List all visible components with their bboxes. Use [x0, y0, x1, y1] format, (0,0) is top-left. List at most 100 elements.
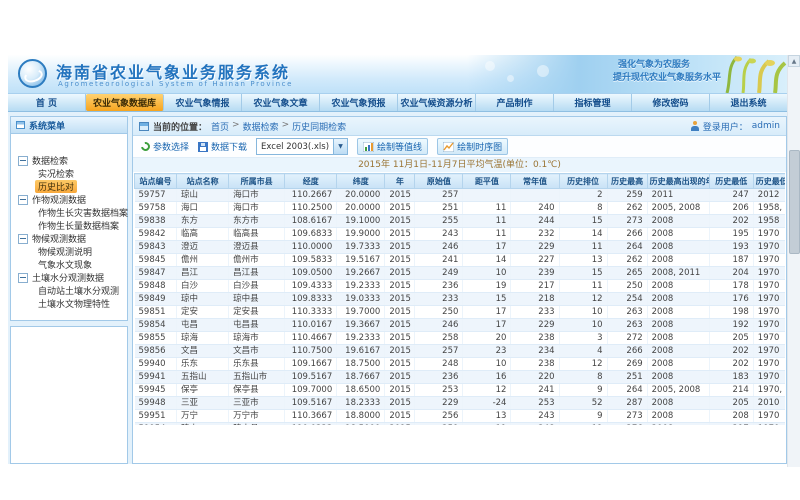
param-select-button[interactable]: 参数选择: [141, 140, 189, 153]
table-cell: 2008: [647, 410, 709, 423]
table-cell: 乐东: [177, 358, 229, 371]
table-cell: 59941: [135, 371, 177, 384]
table-cell: 176: [709, 293, 753, 306]
table-row[interactable]: 59845儋州儋州市109.583319.5167201524114227132…: [135, 254, 786, 267]
nav-tab-7[interactable]: 产品制作: [476, 94, 554, 111]
banner-artwork: 强化气象为农服务 提升现代农业气象服务水平: [467, 55, 787, 93]
draw-isoline-button[interactable]: 绘制等值线: [357, 138, 428, 155]
sidebar-item[interactable]: 自动站土壤水分观测: [35, 284, 124, 297]
table-cell: 108.6167: [285, 215, 337, 228]
table-cell: 16: [463, 371, 511, 384]
table-row[interactable]: 59851定安定安县110.333319.7000201525017233102…: [135, 306, 786, 319]
table-cell: 五指山: [177, 371, 229, 384]
table-row[interactable]: 59847昌江昌江县109.050019.2667201524910239152…: [135, 267, 786, 280]
collapse-minus-icon[interactable]: [18, 273, 28, 283]
vertical-scrollbar[interactable]: ▲: [787, 55, 800, 467]
sidebar-item[interactable]: 作物生长灾害数据档案: [35, 206, 124, 219]
breadcrumb-link[interactable]: 首页: [211, 120, 229, 133]
chevron-down-icon[interactable]: ▼: [333, 139, 347, 154]
table-cell: 251: [415, 202, 463, 215]
table-cell: 1970: [753, 228, 785, 241]
table-cell: 8: [559, 371, 607, 384]
table-cell: 241: [415, 254, 463, 267]
table-cell: 59847: [135, 267, 177, 280]
data-download-button[interactable]: 数据下载: [198, 140, 247, 153]
table-row[interactable]: 59945保亭保亭县109.700018.6500201525312241926…: [135, 384, 786, 397]
table-cell: 陵水县: [229, 423, 285, 426]
sidebar-item[interactable]: 物候观测说明: [35, 245, 124, 258]
table-cell: 265: [607, 267, 647, 280]
table-row[interactable]: 59849琼中琼中县109.833319.0333201523315218122…: [135, 293, 786, 306]
sidebar-group[interactable]: 物候观测数据: [18, 232, 124, 245]
nav-tab-3[interactable]: 农业气象情报: [164, 94, 242, 111]
table-cell: 109.5833: [285, 254, 337, 267]
sidebar-group[interactable]: 作物观测数据: [18, 193, 124, 206]
login-user-name: admin: [752, 121, 780, 131]
table-cell: 59855: [135, 332, 177, 345]
table-cell: 59851: [135, 306, 177, 319]
table-cell: 232: [511, 228, 559, 241]
nav-tab-10[interactable]: 退出系统: [710, 94, 787, 111]
table-row[interactable]: 59838东方东方市108.616719.1000201525511244152…: [135, 215, 786, 228]
table-row[interactable]: 59855琼海琼海市110.466719.2333201525820238327…: [135, 332, 786, 345]
table-cell: 14: [559, 228, 607, 241]
nav-tab-4[interactable]: 农业气象文章: [242, 94, 320, 111]
table-cell: 2008: [647, 280, 709, 293]
nav-tab-8[interactable]: 指标管理: [554, 94, 632, 111]
breadcrumb-link[interactable]: 数据检索: [243, 120, 279, 133]
table-cell: 109.8333: [285, 293, 337, 306]
table-row[interactable]: 59940乐东乐东县109.166718.7500201524810238122…: [135, 358, 786, 371]
sidebar-item[interactable]: 气象水文现象: [35, 258, 124, 271]
sidebar-group[interactable]: 数据检索: [18, 154, 124, 167]
login-user-info: 登录用户：admin: [691, 120, 780, 133]
table-row[interactable]: 59954陵水陵水县110.033318.5000201525911248112…: [135, 423, 786, 426]
table-row[interactable]: 59842临高临高县109.683319.9000201524311232142…: [135, 228, 786, 241]
table-row[interactable]: 59856文昌文昌市110.750019.6167201525723234426…: [135, 345, 786, 358]
table-row[interactable]: 59843澄迈澄迈县110.000019.7333201524617229112…: [135, 241, 786, 254]
table-cell: 15: [559, 267, 607, 280]
sidebar-group[interactable]: 土壤水分观测数据: [18, 271, 124, 284]
table-cell: 2: [559, 189, 607, 202]
table-header-row: 站点编号站点名称所属市县经度纬度年原始值距平值常年值历史排位历史最高历史最高出现…: [135, 174, 786, 189]
table-cell: 2008: [647, 254, 709, 267]
table-row[interactable]: 59951万宁万宁市110.366718.8000201525613243927…: [135, 410, 786, 423]
table-row[interactable]: 59854屯昌屯昌县110.016719.3667201524617229102…: [135, 319, 786, 332]
table-cell: 110.0167: [285, 319, 337, 332]
nav-tab-2[interactable]: 农业气象数据库: [86, 94, 164, 111]
sidebar-item[interactable]: 历史比对: [35, 180, 124, 193]
table-row[interactable]: 59848白沙白沙县109.433319.2333201523619217112…: [135, 280, 786, 293]
sidebar-group-label: 数据检索: [32, 154, 68, 167]
nav-tab-9[interactable]: 修改密码: [632, 94, 710, 111]
draw-timeseries-button[interactable]: 绘制时序图: [437, 138, 508, 155]
table-cell: 264: [607, 241, 647, 254]
sidebar-item[interactable]: 土壤水文物理特性: [35, 297, 124, 310]
table-cell: 227: [511, 254, 559, 267]
nav-tab-1[interactable]: 首 页: [8, 94, 86, 111]
table-title: 2015年 11月1日-11月7日平均气温(单位：0.1℃): [133, 158, 786, 172]
scrollbar-thumb[interactable]: [789, 150, 800, 254]
breadcrumb-link[interactable]: 历史同期检索: [292, 120, 346, 133]
table-cell: 264: [607, 384, 647, 397]
table-row[interactable]: 59757琼山海口市110.266720.0000201525722592011…: [135, 189, 786, 202]
table-cell: 195: [709, 228, 753, 241]
nav-tab-5[interactable]: 农业气象预报: [320, 94, 398, 111]
collapse-minus-icon[interactable]: [18, 195, 28, 205]
collapse-minus-icon[interactable]: [18, 156, 28, 166]
table-cell: 文昌: [177, 345, 229, 358]
table-cell: 287: [607, 397, 647, 410]
table-cell: 10: [463, 358, 511, 371]
table-row[interactable]: 59948三亚三亚市109.516718.23332015229-2425352…: [135, 397, 786, 410]
table-cell: 2015: [385, 228, 415, 241]
sidebar-item[interactable]: 实况检索: [35, 167, 124, 180]
nav-tab-6[interactable]: 农业气候资源分析: [398, 94, 476, 111]
collapse-minus-icon[interactable]: [18, 234, 28, 244]
table-cell: 59838: [135, 215, 177, 228]
table-cell: 琼海: [177, 332, 229, 345]
scrollbar-up-arrow-icon[interactable]: ▲: [788, 55, 800, 67]
table-row[interactable]: 59941五指山五指山市109.516718.76672015236162208…: [135, 371, 786, 384]
sidebar-group-children: 实况检索历史比对: [18, 167, 124, 193]
table-cell: 18.7500: [337, 358, 385, 371]
sidebar-item[interactable]: 作物生长量数据档案: [35, 219, 124, 232]
export-format-select[interactable]: Excel 2003(.xls) ▼: [256, 138, 348, 155]
table-row[interactable]: 59758海口海口市110.250020.0000201525111240826…: [135, 202, 786, 215]
